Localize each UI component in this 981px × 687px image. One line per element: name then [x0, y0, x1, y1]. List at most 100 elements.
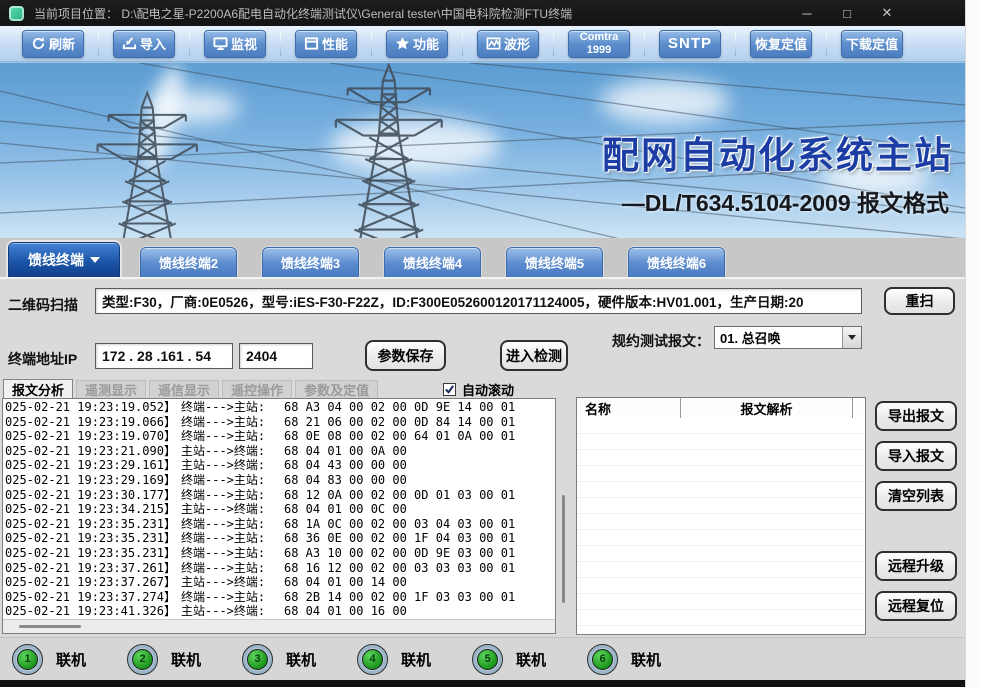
log-line: 025-02-21 19:23:19.052】终端--->主站:68 A3 04…	[5, 400, 555, 415]
window-icon	[304, 36, 319, 51]
log-direction: 终端--->主站:	[181, 590, 284, 605]
checkbox-checked-icon	[443, 383, 456, 396]
log-line: 025-02-21 19:23:35.231】终端--->主站:68 A3 10…	[5, 546, 555, 561]
log-timestamp: 025-02-21 19:23:37.261】	[5, 561, 181, 576]
log-direction: 终端--->主站:	[181, 415, 284, 430]
terminal-ip-input[interactable]: 172 . 28 .161 . 54	[95, 343, 233, 369]
log-hex-bytes: 68 04 43 00 00 00	[284, 458, 407, 472]
sntp-label: SNTP	[668, 35, 712, 52]
tab-feeder-terminal-label: 馈线终端6	[647, 253, 706, 272]
clear-list-button[interactable]: 清空列表	[875, 481, 957, 511]
import-message-button[interactable]: 导入报文	[875, 441, 957, 471]
log-line: 025-02-21 19:23:41.326】主站--->终端:68 04 01…	[5, 604, 555, 619]
monitor-icon	[213, 36, 228, 51]
remote-reset-button[interactable]: 远程复位	[875, 591, 957, 621]
tab-feeder-terminal[interactable]: 馈线终端4	[384, 247, 481, 277]
waveform-icon	[486, 36, 501, 51]
log-hex-bytes: 68 04 01 00 0C 00	[284, 502, 407, 516]
log-direction: 终端--->主站:	[181, 561, 284, 576]
rescan-button[interactable]: 重扫	[884, 287, 955, 315]
log-line: 025-02-21 19:23:37.267】主站--->终端:68 04 01…	[5, 575, 555, 590]
waveform-button[interactable]: 波形	[477, 30, 539, 58]
restore-settings-button[interactable]: 恢复定值	[750, 30, 812, 58]
refresh-button[interactable]: 刷新	[22, 30, 84, 58]
tab-telemetry-display[interactable]: 遥测显示	[76, 380, 146, 398]
tab-feeder-terminal[interactable]: 馈线终端5	[506, 247, 603, 277]
comtrade-1999-button[interactable]: Comtra 1999	[568, 30, 630, 58]
import-button[interactable]: 导入	[113, 30, 175, 58]
log-timestamp: 025-02-21 19:23:29.161】	[5, 458, 181, 473]
channel-led: 1	[12, 644, 43, 675]
sntp-button[interactable]: SNTP	[659, 30, 721, 58]
log-direction: 主站--->终端:	[181, 604, 284, 619]
qr-scan-input[interactable]: 类型:F30，厂商:0E0526，型号:iES-F30-F22Z，ID:F300…	[95, 288, 862, 314]
terminal-port-input[interactable]: 2404	[239, 343, 313, 369]
log-hex-bytes: 68 16 12 00 02 00 03 03 03 00 01	[284, 561, 515, 575]
tab-feeder-terminal[interactable]: 馈线终端2	[140, 247, 237, 277]
log-line: 025-02-21 19:23:21.090】主站--->终端:68 04 01…	[5, 444, 555, 459]
log-horizontal-scrollbar[interactable]	[3, 619, 555, 633]
log-timestamp: 025-02-21 19:23:37.274】	[5, 590, 181, 605]
log-line: 025-02-21 19:23:34.215】主站--->终端:68 04 01…	[5, 502, 555, 517]
tab-feeder-terminal-label: 馈线终端5	[525, 253, 584, 272]
performance-button[interactable]: 性能	[295, 30, 357, 58]
channel-number: 2	[132, 649, 153, 670]
column-name[interactable]: 名称	[577, 398, 681, 418]
log-direction: 主站--->终端:	[181, 502, 284, 517]
column-message-parse[interactable]: 报文解析	[681, 398, 853, 418]
tab-telecontrol-operation[interactable]: 遥控操作	[222, 380, 292, 398]
tab-message-analysis[interactable]: 报文分析	[3, 379, 73, 398]
protocol-test-dropdown[interactable]: 01. 总召唤	[714, 326, 862, 349]
features-label: 功能	[413, 34, 439, 53]
toolbar-separator	[98, 32, 99, 56]
tab-feeder-terminal-1-label: 馈线终端	[28, 250, 84, 270]
log-timestamp: 025-02-21 19:23:35.231】	[5, 531, 181, 546]
chevron-down-icon	[848, 335, 856, 340]
star-icon	[395, 36, 410, 51]
log-lines: 025-02-21 19:23:19.052】终端--->主站:68 A3 04…	[3, 399, 555, 619]
features-button[interactable]: 功能	[386, 30, 448, 58]
remote-upgrade-button[interactable]: 远程升级	[875, 551, 957, 581]
close-button[interactable]: ✕	[867, 0, 907, 26]
toolbar-separator	[189, 32, 190, 56]
log-timestamp: 025-02-21 19:23:19.070】	[5, 429, 181, 444]
log-hex-bytes: 68 12 0A 00 02 00 0D 01 03 00 01	[284, 488, 515, 502]
log-hex-bytes: 68 36 0E 00 02 00 1F 04 03 00 01	[284, 531, 515, 545]
log-timestamp: 025-02-21 19:23:30.177】	[5, 488, 181, 503]
autoscroll-checkbox[interactable]: 自动滚动	[443, 380, 514, 399]
banner-subtitle: —DL/T634.5104-2009 报文格式	[622, 184, 949, 218]
monitor-label: 监视	[231, 34, 257, 53]
log-timestamp: 025-02-21 19:23:35.231】	[5, 517, 181, 532]
restore-settings-label: 恢复定值	[755, 34, 807, 53]
tab-telesignal-display[interactable]: 遥信显示	[149, 380, 219, 398]
log-direction: 终端--->主站:	[181, 546, 284, 561]
toolbar-separator	[644, 32, 645, 56]
maximize-button[interactable]: □	[827, 0, 867, 26]
online-label: 联机	[286, 649, 316, 670]
export-message-button[interactable]: 导出报文	[875, 401, 957, 431]
window-controls: ─ □ ✕	[787, 0, 907, 26]
status-indicator: 6 联机	[587, 644, 702, 675]
qr-scan-label: 二维码扫描	[8, 295, 78, 315]
log-hex-bytes: 68 A3 04 00 02 00 0D 9E 14 00 01	[284, 400, 515, 414]
parse-table-body[interactable]	[577, 418, 865, 634]
minimize-button[interactable]: ─	[787, 0, 827, 26]
scrollbar-thumb[interactable]	[562, 495, 565, 603]
enter-detection-button[interactable]: 进入检测	[500, 340, 568, 371]
save-params-button[interactable]: 参数保存	[365, 340, 446, 371]
download-settings-button[interactable]: 下载定值	[841, 30, 903, 58]
dropdown-arrow-button[interactable]	[842, 327, 861, 348]
log-hex-bytes: 68 04 01 00 14 00	[284, 575, 407, 589]
monitor-button[interactable]: 监视	[204, 30, 266, 58]
tab-feeder-terminal[interactable]: 馈线终端3	[262, 247, 359, 277]
tab-params-and-settings[interactable]: 参数及定值	[295, 380, 378, 398]
import-label: 导入	[140, 34, 166, 53]
tab-feeder-terminal[interactable]: 馈线终端6	[628, 247, 725, 277]
online-label: 联机	[631, 649, 661, 670]
log-hex-bytes: 68 04 83 00 00 00	[284, 473, 407, 487]
tab-feeder-terminal-1[interactable]: 馈线终端	[8, 242, 120, 277]
log-vertical-scrollbar[interactable]	[559, 398, 568, 634]
scrollbar-thumb[interactable]	[19, 625, 81, 628]
message-log[interactable]: 025-02-21 19:23:19.052】终端--->主站:68 A3 04…	[2, 398, 556, 634]
log-line: 025-02-21 19:23:29.161】主站--->终端:68 04 43…	[5, 458, 555, 473]
